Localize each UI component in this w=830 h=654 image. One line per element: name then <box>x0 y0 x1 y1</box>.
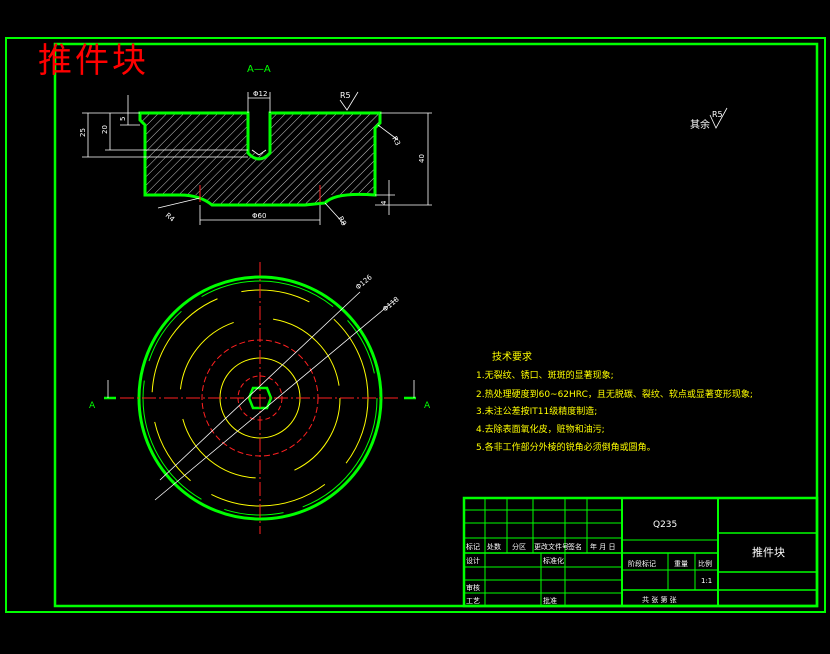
tech-item: 1.无裂纹、锈口、斑斑的显著现象; <box>476 369 614 381</box>
part-name: 推件块 <box>752 545 785 559</box>
hdr-change-doc: 更改文件号 <box>534 542 569 551</box>
surface-finish-main: R5 <box>340 91 351 100</box>
surface-finish-rest-label: 其余 <box>690 118 710 131</box>
material: Q235 <box>653 520 677 530</box>
dim-dia-126: Φ126 <box>354 273 374 292</box>
drawing-title: 推件块 <box>38 41 149 81</box>
dim-height-20: 20 <box>101 125 109 134</box>
plan-view: A A Φ126 Φ118 <box>89 262 431 534</box>
hdr-mark: 标记 <box>466 542 480 551</box>
lbl-weight: 重量 <box>674 560 688 568</box>
lbl-approve: 批准 <box>543 596 557 605</box>
dim-depth-5: 5 <box>119 117 127 121</box>
dim-radius-r3: R3 <box>390 135 402 147</box>
section-mark-left: A <box>89 401 96 411</box>
drawing-canvas: 推件块 A—A Φ12 R5 25 20 5 40 4 R3 Φ60 R4 R8… <box>5 37 826 613</box>
tech-item: 4.去除表面氧化皮，赃物和油污; <box>476 423 605 435</box>
dim-radius-r4: R4 <box>164 211 177 223</box>
tech-requirements: 技术要求 1.无裂纹、锈口、斑斑的显著现象; 2.热处理硬度到60~62HRC，… <box>476 350 753 453</box>
dim-dia-118: Φ118 <box>381 295 401 313</box>
section-label: A—A <box>247 64 271 75</box>
hdr-count: 处数 <box>487 542 501 551</box>
lbl-standardize: 标准化 <box>543 556 564 565</box>
title-block: Q235 推件块 标记 处数 分区 更改文件号 签名 年 月 日 设计 标准化 … <box>462 496 819 608</box>
hdr-zone: 分区 <box>512 542 526 551</box>
hdr-sign: 签名 <box>568 542 582 551</box>
tech-item: 2.热处理硬度到60~62HRC，且无脱碳、裂纹、软点或显著变形现象; <box>476 388 753 400</box>
dim-bottom-dia: Φ60 <box>252 212 266 220</box>
dim-top-hole: Φ12 <box>253 90 267 98</box>
section-view: A—A Φ12 R5 25 20 5 40 4 R3 Φ60 R4 R8 <box>79 64 432 227</box>
section-mark-right: A <box>424 401 431 411</box>
lbl-process: 工艺 <box>466 597 480 605</box>
hdr-date: 年 月 日 <box>590 542 615 551</box>
tech-heading: 技术要求 <box>492 350 532 363</box>
tech-item: 3.未注公差按IT11级精度制造; <box>476 405 597 417</box>
lbl-stage: 阶段标记 <box>628 559 656 568</box>
lbl-review: 审核 <box>466 583 480 592</box>
lbl-sheets: 共 张 第 张 <box>642 595 677 604</box>
surface-finish-rest: R5 <box>712 110 723 119</box>
lbl-scale: 比例 <box>698 559 712 568</box>
lbl-design: 设计 <box>466 556 480 565</box>
dim-total-40: 40 <box>418 154 426 163</box>
dim-step-4: 4 <box>380 200 388 205</box>
scale-value: 1:1 <box>701 577 712 585</box>
tech-item: 5.各非工作部分外棱的锐角必须倒角或圆角。 <box>476 441 656 453</box>
dim-height-25: 25 <box>79 128 87 137</box>
